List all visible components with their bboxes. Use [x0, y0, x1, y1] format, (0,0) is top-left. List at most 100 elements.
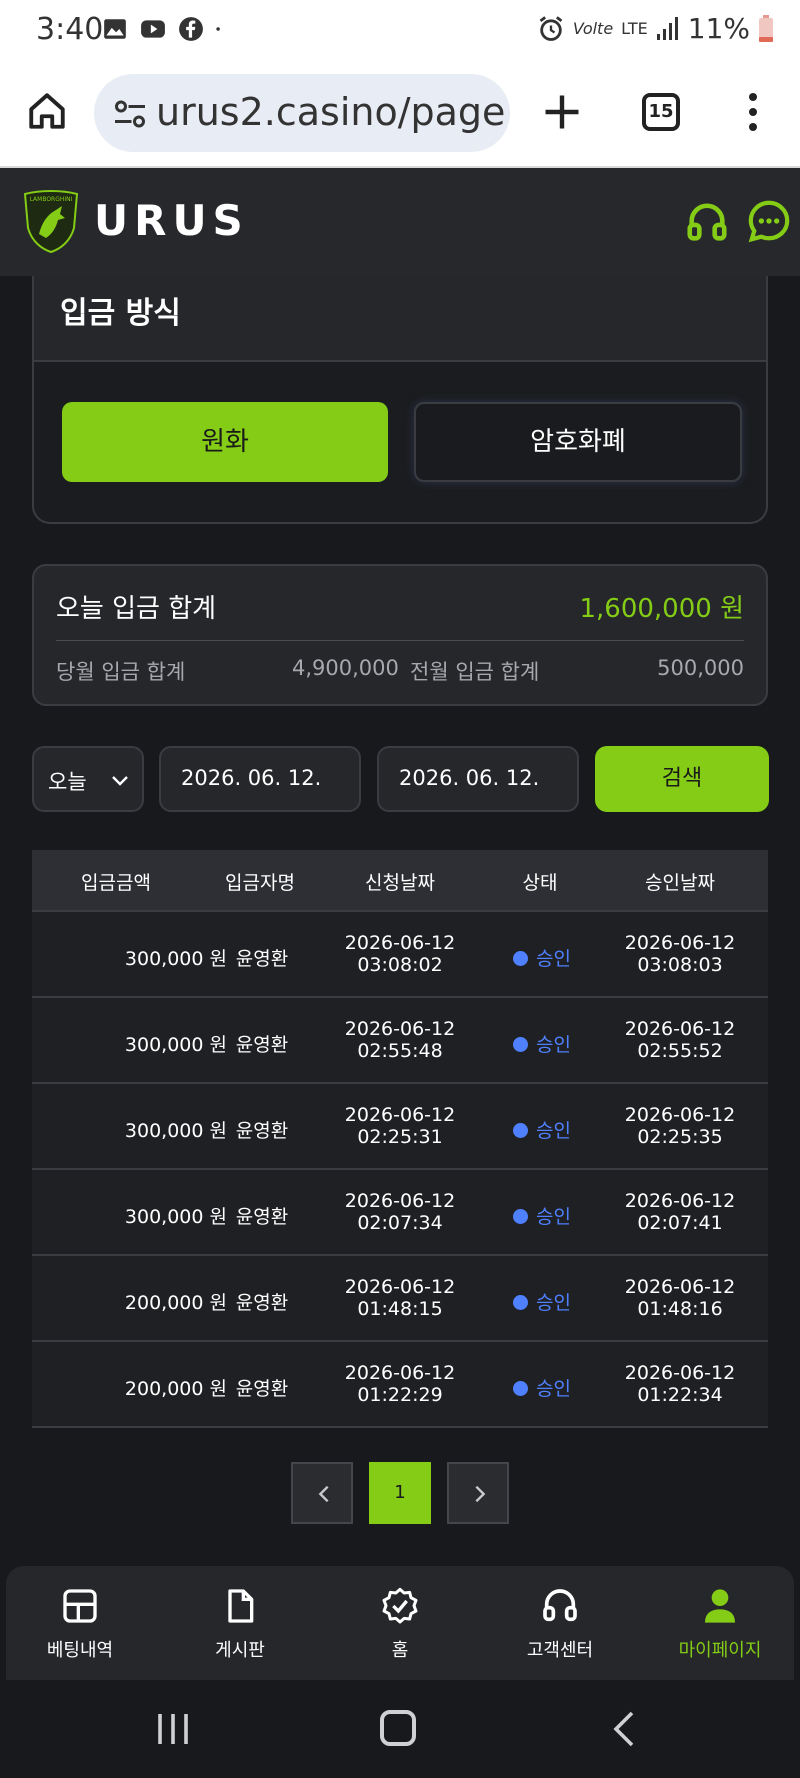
period-select-value: 오늘: [48, 770, 87, 794]
table-row: 300,000 원 윤영환 2026-06-12 02:55:48 승인 2026…: [32, 998, 768, 1084]
site-settings-icon[interactable]: [112, 96, 148, 132]
month-total-label: 당월 입금 합계: [56, 660, 186, 684]
row-request-date: 2026-06-12: [344, 1104, 456, 1126]
deposit-totals-card: 오늘 입금 합계 1,600,000 원 당월 입금 합계 4,900,000 …: [32, 564, 768, 706]
crypto-button[interactable]: 암호화폐: [414, 402, 742, 482]
svg-text:LAMBORGHINI: LAMBORGHINI: [30, 196, 73, 203]
month-total-value: 4,900,000: [292, 656, 399, 680]
row-status-label: 승인: [536, 1206, 571, 1228]
headset-icon[interactable]: [684, 200, 730, 246]
row-status: 승인: [472, 1116, 612, 1143]
row-status-label: 승인: [536, 1120, 571, 1142]
address-bar[interactable]: urus2.casino/page: [94, 74, 510, 152]
prev-month-total-label: 전월 입금 합계: [410, 660, 540, 684]
row-request-time: 02:55:48: [357, 1040, 443, 1062]
system-home-button[interactable]: [380, 1710, 416, 1746]
table-row: 300,000 원 윤영환 2026-06-12 03:08:02 승인 2026…: [32, 912, 768, 998]
row-request-time: 01:48:15: [357, 1298, 443, 1320]
row-approval-time: 03:08:03: [637, 954, 723, 976]
overflow-menu-icon[interactable]: [746, 92, 760, 132]
chevron-down-icon: [112, 776, 128, 786]
today-total-label: 오늘 입금 합계: [56, 594, 217, 624]
network-type: LTE: [621, 19, 648, 38]
system-nav-bar: [0, 1680, 800, 1778]
tab-switcher-button[interactable]: 15: [642, 93, 680, 131]
row-approval-datetime: 2026-06-12 01:48:16: [610, 1276, 750, 1320]
row-request-datetime: 2026-06-12 02:55:48: [330, 1018, 470, 1062]
row-request-date: 2026-06-12: [344, 1362, 456, 1384]
more-dot-icon: [216, 27, 220, 31]
browser-toolbar: urus2.casino/page 15: [0, 62, 800, 168]
nav-item-mypage[interactable]: 마이페이지: [650, 1586, 790, 1662]
pager-prev-button[interactable]: [291, 1462, 353, 1524]
status-notification-icons: [102, 16, 228, 42]
battery-icon: [759, 14, 773, 42]
brand-logo-text[interactable]: URUS: [94, 196, 249, 245]
status-dot-icon: [513, 1295, 529, 1310]
document-icon: [228, 1589, 254, 1623]
row-approval-time: 02:25:35: [637, 1126, 723, 1148]
row-approval-date: 2026-06-12: [624, 1362, 736, 1384]
nav-item-customer-center[interactable]: 고객센터: [490, 1586, 630, 1662]
table-row: 200,000 원 윤영환 2026-06-12 01:22:29 승인 2026…: [32, 1342, 768, 1428]
chat-icon[interactable]: [746, 198, 792, 244]
krw-button[interactable]: 원화: [62, 402, 388, 482]
prev-month-total-value: 500,000: [657, 656, 744, 680]
column-header-approval-date: 승인날짜: [645, 872, 715, 894]
nav-item-home[interactable]: 홈: [330, 1586, 470, 1662]
row-approval-datetime: 2026-06-12 03:08:03: [610, 932, 750, 976]
row-approval-time: 02:07:41: [637, 1212, 723, 1234]
row-status-label: 승인: [536, 1034, 571, 1056]
home-icon[interactable]: [26, 90, 68, 132]
grid-icon: [63, 1589, 97, 1623]
row-status: 승인: [472, 1288, 612, 1315]
status-dot-icon: [513, 1037, 529, 1052]
nav-label-customer-center: 고객센터: [526, 1640, 594, 1661]
row-request-datetime: 2026-06-12 01:48:15: [330, 1276, 470, 1320]
chevron-right-icon: [475, 1485, 486, 1503]
end-date-field[interactable]: 2026. 06. 12.: [377, 746, 579, 812]
row-approval-date: 2026-06-12: [624, 932, 736, 954]
row-request-time: 02:25:31: [357, 1126, 443, 1148]
row-approval-date: 2026-06-12: [624, 1276, 736, 1298]
pager-page-current[interactable]: 1: [369, 1462, 431, 1524]
row-depositor: 윤영환: [235, 1292, 289, 1314]
row-approval-date: 2026-06-12: [624, 1104, 736, 1126]
today-total-value: 1,600,000 원: [579, 594, 744, 624]
period-select[interactable]: 오늘: [32, 746, 144, 812]
nav-label-home: 홈: [391, 1640, 409, 1661]
row-request-date: 2026-06-12: [344, 1276, 456, 1298]
row-approval-datetime: 2026-06-12 02:07:41: [610, 1190, 750, 1234]
row-approval-datetime: 2026-06-12 02:25:35: [610, 1104, 750, 1148]
column-header-request-date: 신청날짜: [365, 872, 435, 894]
nav-label-board: 게시판: [215, 1640, 265, 1661]
row-depositor: 윤영환: [235, 1206, 289, 1228]
row-request-date: 2026-06-12: [344, 1018, 456, 1040]
lamborghini-shield-icon[interactable]: LAMBORGHINI: [22, 188, 80, 254]
search-button[interactable]: 검색: [595, 746, 769, 812]
row-approval-datetime: 2026-06-12 02:55:52: [610, 1018, 750, 1062]
battery-percent: 11%: [687, 12, 750, 45]
nav-item-betting-history[interactable]: 베팅내역: [10, 1586, 150, 1662]
row-request-date: 2026-06-12: [344, 1190, 456, 1212]
row-status: 승인: [472, 1030, 612, 1057]
row-request-datetime: 2026-06-12 02:25:31: [330, 1104, 470, 1148]
status-dot-icon: [513, 1381, 529, 1396]
pager-next-button[interactable]: [447, 1462, 509, 1524]
column-header-amount: 입금금액: [81, 872, 151, 894]
url-text: urus2.casino/page: [156, 90, 506, 134]
nav-item-board[interactable]: 게시판: [170, 1586, 310, 1662]
column-header-status: 상태: [522, 872, 558, 894]
row-status: 승인: [472, 944, 612, 971]
table-row: 300,000 원 윤영환 2026-06-12 02:07:34 승인 2026…: [32, 1170, 768, 1256]
start-date-field[interactable]: 2026. 06. 12.: [159, 746, 361, 812]
alarm-icon: [539, 15, 563, 41]
recent-apps-icon[interactable]: [156, 1712, 190, 1746]
back-icon[interactable]: [610, 1710, 638, 1748]
column-header-depositor: 입금자명: [225, 872, 295, 894]
new-tab-icon[interactable]: [540, 90, 584, 134]
row-approval-date: 2026-06-12: [624, 1190, 736, 1212]
facebook-icon: [179, 17, 203, 41]
totals-divider: [56, 640, 744, 641]
row-approval-time: 02:55:52: [637, 1040, 723, 1062]
